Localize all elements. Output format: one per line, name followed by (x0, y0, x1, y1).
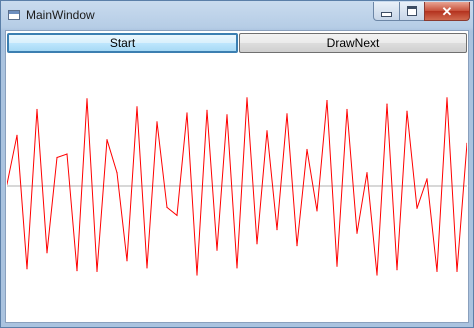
waveform-point (76, 270, 78, 272)
waveform-point (46, 252, 48, 254)
waveform-point (86, 98, 88, 100)
waveform-point (456, 270, 458, 272)
waveform-point (196, 274, 198, 276)
waveform-canvas (7, 97, 467, 276)
waveform-point (66, 153, 68, 155)
maximize-icon (407, 6, 417, 16)
waveform-point (286, 113, 288, 115)
start-button[interactable]: Start (7, 33, 238, 53)
waveform-point (26, 268, 28, 270)
waveform-point (136, 106, 138, 108)
main-window: MainWindow ✕ Start DrawNext (0, 0, 474, 328)
waveform-point (16, 134, 18, 136)
waveform-point (146, 267, 148, 269)
waveform-point (416, 207, 418, 209)
close-button[interactable]: ✕ (424, 2, 470, 21)
waveform-point (256, 243, 258, 245)
waveform-point (276, 229, 278, 231)
waveform-point (186, 112, 188, 114)
waveform-point (236, 267, 238, 269)
waveform-point (156, 121, 158, 123)
window-title: MainWindow (26, 8, 95, 22)
waveform-point (296, 245, 298, 247)
waveform-point (246, 97, 248, 99)
waveform-point (226, 114, 228, 116)
waveform-point (96, 270, 98, 272)
app-window-icon (8, 10, 20, 20)
waveform-point (396, 269, 398, 271)
waveform-point (366, 172, 368, 174)
waveform-point (386, 103, 388, 105)
waveform-point (206, 109, 208, 111)
minimize-icon (381, 11, 392, 17)
waveform-point (116, 172, 118, 174)
drawnext-button[interactable]: DrawNext (239, 33, 467, 53)
waveform-point (166, 206, 168, 208)
waveform-point (126, 260, 128, 262)
minimize-button[interactable] (373, 2, 400, 21)
waveform-point (306, 148, 308, 151)
maximize-button[interactable] (399, 2, 425, 21)
waveform-point (426, 178, 428, 180)
waveform-point (176, 214, 178, 216)
waveform-point (406, 110, 408, 112)
waveform-point (266, 130, 268, 132)
close-icon: ✕ (441, 3, 453, 19)
waveform-point (326, 100, 328, 102)
waveform-point (336, 265, 338, 267)
waveform-point (446, 97, 448, 99)
waveform-point (106, 139, 108, 141)
waveform-point (376, 274, 378, 276)
waveform-point (356, 232, 358, 234)
waveform-point (436, 270, 438, 272)
waveform-point (346, 108, 348, 111)
waveform-point (316, 210, 318, 212)
waveform-point (216, 249, 218, 251)
title-bar[interactable]: MainWindow ✕ (1, 1, 473, 30)
waveform-point (36, 108, 38, 111)
client-area: Start DrawNext (5, 30, 469, 323)
waveform-point (56, 156, 58, 159)
